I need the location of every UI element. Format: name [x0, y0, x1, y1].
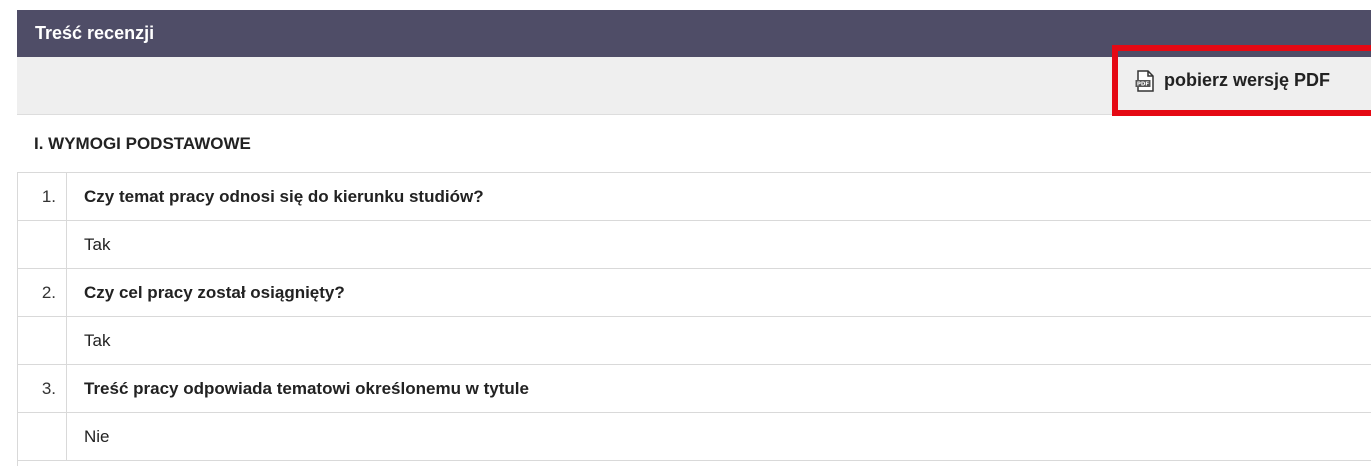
download-pdf-button[interactable]: PDF pobierz wersję PDF [1112, 45, 1371, 116]
answer-row-1: Tak [18, 221, 1371, 269]
answer-number-cell [18, 317, 67, 364]
answer-text: Nie [84, 426, 110, 446]
questions-table: 1. Czy temat pracy odnosi się do kierunk… [17, 173, 1371, 466]
section-title: I. WYMOGI PODSTAWOWE [34, 133, 251, 153]
pdf-file-icon: PDF [1135, 69, 1155, 92]
question-row-1: 1. Czy temat pracy odnosi się do kierunk… [18, 173, 1371, 221]
answer-text: Tak [84, 234, 111, 254]
review-title: Treść recenzji [35, 23, 155, 43]
answer-number-cell [18, 221, 67, 268]
question-row-3: 3. Treść pracy odpowiada tematowi określ… [18, 365, 1371, 413]
question-number: 2. [18, 269, 67, 316]
question-text: Czy temat pracy odnosi się do kierunku s… [84, 186, 484, 206]
answer-text: Tak [84, 330, 111, 350]
svg-text:PDF: PDF [1137, 81, 1150, 87]
answer-row-2: Tak [18, 317, 1371, 365]
section-title-row: I. WYMOGI PODSTAWOWE [17, 115, 1371, 173]
download-pdf-label: pobierz wersję PDF [1164, 70, 1331, 90]
question-text: Czy cel pracy został osiągnięty? [84, 282, 345, 302]
answer-number-cell [18, 413, 67, 460]
answer-row-3: Nie [18, 413, 1371, 461]
question-number: 3. [18, 365, 67, 412]
question-row-2: 2. Czy cel pracy został osiągnięty? [18, 269, 1371, 317]
question-number: 1. [18, 173, 67, 220]
review-panel: Treść recenzji PDF pobierz wersję PDF I.… [0, 0, 1371, 466]
question-text: Treść pracy odpowiada tematowi określone… [84, 378, 529, 398]
